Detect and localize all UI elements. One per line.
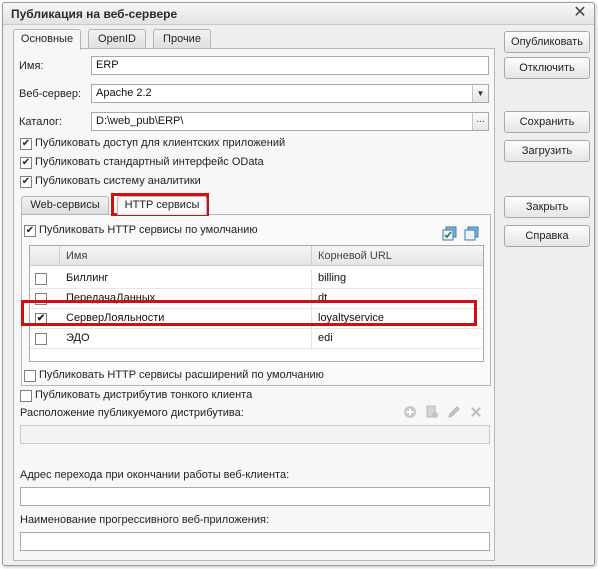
odata-checkbox[interactable]: ✔ bbox=[20, 157, 32, 169]
tab-http-services[interactable]: HTTP сервисы bbox=[117, 196, 207, 215]
header-url: Корневой URL bbox=[318, 250, 392, 262]
help-button[interactable]: Справка bbox=[504, 225, 590, 247]
delete-icon[interactable] bbox=[468, 405, 484, 421]
exit-url-label: Адрес перехода при окончании работы веб-… bbox=[20, 469, 290, 481]
row-url: billing bbox=[318, 272, 347, 284]
http-default-label: Публиковать HTTP сервисы по умолчанию bbox=[39, 224, 258, 236]
window-title: Публикация на веб-сервере bbox=[11, 7, 178, 21]
table-header: Имя Корневой URL bbox=[30, 246, 483, 266]
uncheck-all-icon[interactable] bbox=[464, 226, 480, 242]
check-all-icon[interactable] bbox=[442, 226, 458, 242]
title-bar: Публикация на веб-сервере ✕ bbox=[3, 3, 594, 25]
highlight-loyalty-row bbox=[21, 300, 477, 326]
edit-icon[interactable] bbox=[446, 405, 462, 421]
table-row[interactable]: ЭДО edi bbox=[30, 329, 483, 349]
header-name: Имя bbox=[60, 246, 312, 266]
table-row[interactable]: Биллинг billing bbox=[30, 269, 483, 289]
analytics-checkbox[interactable]: ✔ bbox=[20, 176, 32, 188]
tab-other[interactable]: Прочие bbox=[153, 29, 211, 49]
odata-checkbox-label: Публиковать стандартный интерфейс OData bbox=[35, 156, 264, 168]
clients-checkbox-label: Публиковать доступ для клиентских прилож… bbox=[35, 137, 286, 149]
close-icon[interactable]: ✕ bbox=[572, 5, 588, 21]
clients-checkbox[interactable]: ✔ bbox=[20, 138, 32, 150]
http-ext-label: Публиковать HTTP сервисы расширений по у… bbox=[39, 369, 324, 381]
tab-web-services[interactable]: Web-сервисы bbox=[21, 196, 109, 214]
close-button[interactable]: Закрыть bbox=[504, 196, 590, 218]
webserver-label: Веб-сервер: bbox=[19, 88, 82, 100]
webserver-value: Apache 2.2 bbox=[96, 87, 152, 99]
browse-button[interactable]: ... bbox=[472, 113, 488, 130]
tab-openid[interactable]: OpenID bbox=[88, 29, 146, 49]
distrib-label: Расположение публикуемого дистрибутива: bbox=[20, 407, 244, 419]
row-name: ЭДО bbox=[60, 329, 312, 349]
analytics-checkbox-label: Публиковать систему аналитики bbox=[35, 175, 201, 187]
save-button[interactable]: Сохранить bbox=[504, 111, 590, 133]
catalog-value: D:\web_pub\ERP\ bbox=[96, 115, 184, 127]
row-name: Биллинг bbox=[60, 269, 312, 289]
disable-button[interactable]: Отключить bbox=[504, 57, 590, 79]
header-check-col bbox=[30, 246, 60, 266]
thin-client-checkbox[interactable] bbox=[20, 390, 32, 402]
row-url: edi bbox=[318, 332, 333, 344]
http-default-checkbox[interactable]: ✔ bbox=[24, 225, 36, 237]
add-icon[interactable] bbox=[402, 405, 418, 421]
name-field[interactable]: ERP bbox=[91, 56, 489, 75]
row-checkbox[interactable] bbox=[35, 333, 47, 345]
publication-dialog: Публикация на веб-сервере ✕ Основные Ope… bbox=[2, 2, 595, 566]
webserver-select[interactable]: Apache 2.2 ▼ bbox=[91, 84, 489, 103]
name-label: Имя: bbox=[19, 60, 44, 72]
load-button[interactable]: Загрузить bbox=[504, 140, 590, 162]
catalog-label: Каталог: bbox=[19, 116, 63, 128]
pwa-name-label: Наименование прогрессивного веб-приложен… bbox=[20, 514, 270, 526]
chevron-down-icon[interactable]: ▼ bbox=[472, 85, 488, 102]
tab-main[interactable]: Основные bbox=[13, 29, 81, 50]
pwa-name-field[interactable] bbox=[20, 532, 490, 551]
catalog-field[interactable]: D:\web_pub\ERP\ ... bbox=[91, 112, 489, 131]
publish-button[interactable]: Опубликовать bbox=[504, 31, 590, 53]
copy-icon[interactable] bbox=[424, 405, 440, 421]
http-ext-checkbox[interactable] bbox=[24, 370, 36, 382]
thin-client-label: Публиковать дистрибутив тонкого клиента bbox=[35, 389, 253, 401]
row-checkbox[interactable] bbox=[35, 273, 47, 285]
distrib-field[interactable] bbox=[20, 425, 490, 444]
exit-url-field[interactable] bbox=[20, 487, 490, 506]
